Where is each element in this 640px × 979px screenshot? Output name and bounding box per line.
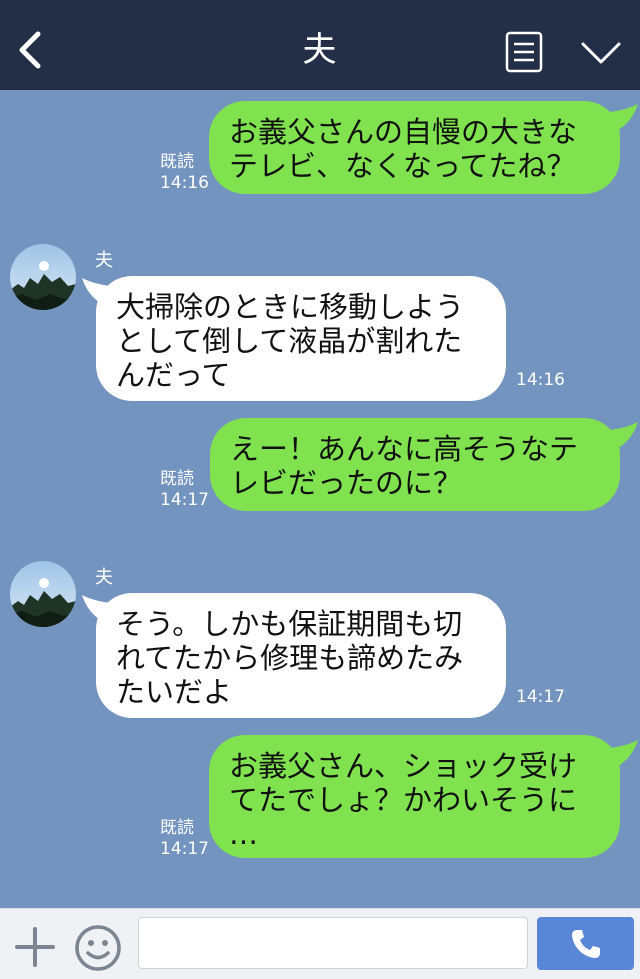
- read-receipt: 既読 14:16: [160, 152, 209, 194]
- read-label: 既読: [160, 469, 194, 489]
- emoji-icon[interactable]: [74, 924, 122, 972]
- sender-name: 夫: [95, 250, 113, 271]
- read-receipt: 既読 14:17: [160, 469, 209, 511]
- read-receipt: 既読 14:17: [160, 818, 209, 860]
- message-time: 14:16: [160, 173, 209, 193]
- message-time: 14:17: [160, 839, 209, 859]
- message-time: 14:17: [516, 687, 565, 707]
- chat-area[interactable]: 既読 14:16 お義父さんの自慢の大きな テレビ、なくなってたね？ 夫 大掃除…: [0, 90, 640, 908]
- message-bubble-received[interactable]: そう。しかも保証期間も切 れてたから修理も諦めたみ たいだよ: [96, 593, 506, 718]
- avatar[interactable]: [10, 561, 76, 627]
- plus-icon[interactable]: [14, 926, 56, 968]
- message-time: 14:17: [160, 490, 209, 510]
- menu-icon[interactable]: [505, 31, 543, 73]
- message-bubble-sent[interactable]: お義父さんの自慢の大きな テレビ、なくなってたね？: [209, 101, 620, 194]
- call-button[interactable]: [537, 917, 634, 970]
- message-input[interactable]: [138, 917, 528, 969]
- chat-header: 夫: [0, 0, 640, 90]
- avatar[interactable]: [10, 244, 76, 310]
- chat-title: 夫: [302, 30, 338, 70]
- message-bubble-received[interactable]: 大掃除のときに移動しよう として倒して液晶が割れた んだって: [96, 276, 506, 401]
- message-bubble-sent[interactable]: お義父さん、ショック受け てたでしょ？かわいそうに …: [209, 735, 620, 858]
- message-bubble-sent[interactable]: えー！あんなに高そうなテ レビだったのに？: [210, 418, 620, 511]
- read-label: 既読: [160, 152, 194, 172]
- phone-icon: [572, 930, 600, 958]
- message-time: 14:16: [516, 370, 565, 390]
- input-bar: [0, 908, 640, 979]
- sender-name: 夫: [95, 567, 113, 588]
- chevron-down-icon[interactable]: [580, 40, 622, 66]
- read-label: 既読: [160, 818, 194, 838]
